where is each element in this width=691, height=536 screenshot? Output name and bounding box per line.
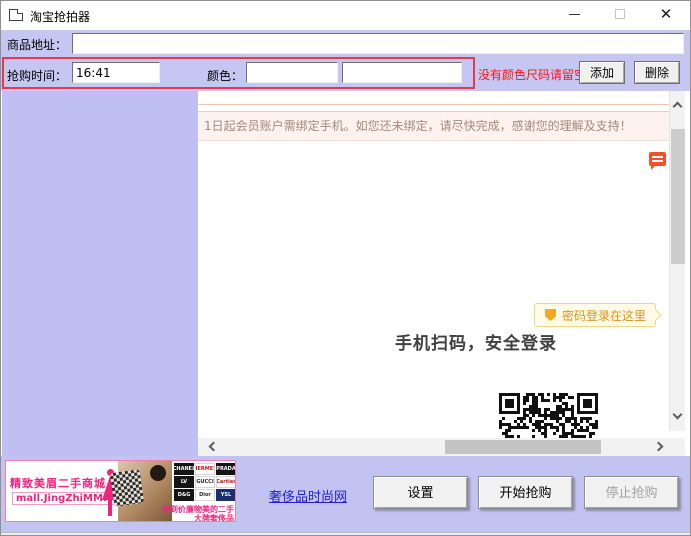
brand-logo: Dior (195, 489, 215, 501)
brand-logo: HERMES (195, 463, 215, 475)
product-address-input[interactable] (72, 33, 684, 54)
qr-code (499, 393, 598, 439)
stop-purchase-button[interactable]: 停止抢购 (584, 476, 679, 509)
horizontal-scrollbar[interactable] (198, 438, 685, 456)
brand-logo: PRADA (216, 463, 236, 475)
start-purchase-button[interactable]: 开始抢购 (478, 476, 573, 509)
highlight-red-box (2, 57, 475, 89)
window-bottom-edge (1, 532, 690, 535)
minimize-button[interactable] (557, 1, 591, 27)
brand-logo: CHANEL (174, 463, 194, 475)
app-window: 淘宝抢拍器 ✕ 商品地址： 抢购时间： 颜色： 尺码： 没有颜色尺码请留空 添加… (0, 0, 691, 536)
brand-logo: D&G (174, 489, 194, 501)
address-label: 商品地址： (7, 36, 67, 53)
fashion-site-link[interactable]: 奢侈品时尚网 (269, 486, 347, 505)
scroll-right-icon[interactable] (654, 442, 664, 452)
brand-logo: LV (174, 476, 194, 488)
scroll-up-icon[interactable] (673, 102, 683, 112)
brand-logo: GUCCI (195, 476, 215, 488)
ad-banner[interactable]: 精致美眉二手商城 mall.JingZhiMM.cn CHANEL HERMES… (5, 460, 236, 522)
shield-icon (545, 309, 556, 321)
tooltip-text: 密码登录在这里 (562, 307, 646, 324)
brand-logo: Cartier (216, 476, 236, 488)
window-title: 淘宝抢拍器 (30, 8, 90, 25)
feedback-chat-icon[interactable] (649, 152, 666, 166)
minimize-icon (569, 14, 580, 15)
maximize-icon (615, 9, 625, 19)
page-divider (198, 104, 669, 105)
settings-button[interactable]: 设置 (373, 476, 468, 509)
tooltip-arrow-icon (650, 309, 661, 320)
banner-tagline: 大牌奢侈品 (126, 513, 234, 522)
scroll-left-icon[interactable] (209, 442, 219, 452)
vertical-scroll-thumb[interactable] (671, 129, 685, 264)
app-icon (9, 9, 23, 21)
left-panel (2, 91, 198, 456)
footer-panel: 精致美眉二手商城 mall.JingZhiMM.cn CHANEL HERMES… (1, 456, 690, 532)
scroll-down-icon[interactable] (673, 410, 683, 420)
embedded-browser: 1日起会员账户需绑定手机。如您还未绑定，请尽快完成，感谢您的理解及支持！ 密码登… (198, 91, 691, 456)
vertical-scrollbar[interactable] (669, 91, 685, 431)
horizontal-scroll-thumb[interactable] (445, 440, 601, 454)
banner-title: 精致美眉二手商城 (10, 475, 106, 491)
brand-logo-grid: CHANEL HERMES PRADA LV GUCCI Cartier D&G… (174, 463, 236, 503)
delete-button[interactable]: 删除 (634, 61, 680, 84)
maximize-button[interactable] (603, 1, 637, 27)
empty-hint-text: 没有颜色尺码请留空 (478, 66, 586, 83)
brand-logo: YSL (216, 489, 236, 501)
add-button[interactable]: 添加 (579, 61, 625, 84)
title-bar[interactable]: 淘宝抢拍器 ✕ (1, 1, 690, 30)
close-button[interactable]: ✕ (649, 1, 683, 27)
password-login-tooltip[interactable]: 密码登录在这里 (534, 303, 656, 327)
scan-login-headline: 手机扫码，安全登录 (395, 329, 557, 354)
notice-banner: 1日起会员账户需绑定手机。如您还未绑定，请尽快完成，感谢您的理解及支持！ (198, 111, 669, 141)
